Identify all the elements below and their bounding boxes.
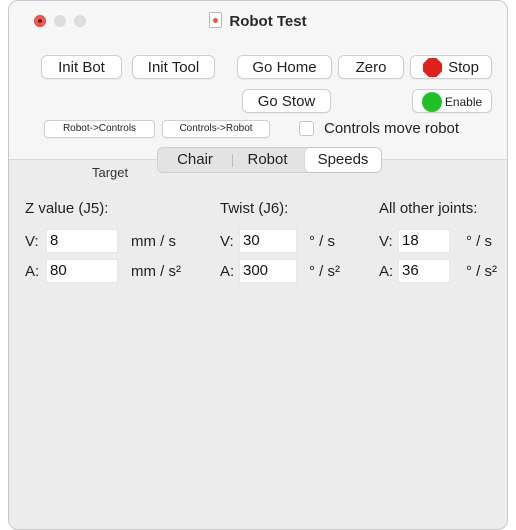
other-a-unit: ° / s² [466, 263, 497, 280]
controls-to-robot-button[interactable]: Controls->Robot [162, 120, 270, 138]
other-joints-heading: All other joints: [379, 200, 478, 217]
green-circle-icon [421, 92, 442, 112]
target-label: Target [92, 165, 129, 180]
title-bar[interactable]: Robot Test [9, 1, 507, 41]
other-velocity-field[interactable]: 18 [398, 229, 450, 253]
z-v-unit: mm / s [131, 233, 176, 250]
twist-a-unit: ° / s² [309, 263, 340, 280]
other-v-unit: ° / s [466, 233, 493, 250]
stop-label: Stop [448, 59, 479, 76]
controls-move-robot-toggle[interactable]: Controls move robot [299, 120, 459, 137]
z-a-label: A: [25, 263, 40, 280]
z-a-unit: mm / s² [131, 263, 181, 280]
window-title-area: Robot Test [9, 12, 507, 30]
z-acceleration-field[interactable]: 80 [46, 259, 118, 283]
stop-sign-icon [423, 58, 443, 77]
tab-chair[interactable]: Chair [158, 148, 232, 172]
init-tool-button[interactable]: Init Tool [132, 55, 215, 79]
window-title: Robot Test [229, 13, 307, 30]
z-v-label: V: [25, 233, 39, 250]
go-stow-button[interactable]: Go Stow [242, 89, 331, 113]
zero-button[interactable]: Zero [338, 55, 404, 79]
twist-heading: Twist (J6): [220, 200, 289, 217]
tab-speeds[interactable]: Speeds [305, 148, 381, 172]
other-a-label: A: [379, 263, 394, 280]
z-velocity-field[interactable]: 8 [46, 229, 118, 253]
other-v-label: V: [379, 233, 393, 250]
init-bot-button[interactable]: Init Bot [41, 55, 122, 79]
twist-a-label: A: [220, 263, 235, 280]
twist-v-label: V: [220, 233, 234, 250]
document-icon [209, 12, 223, 28]
stop-button[interactable]: Stop [410, 55, 492, 79]
twist-velocity-field[interactable]: 30 [239, 229, 297, 253]
controls-move-robot-checkbox[interactable] [299, 121, 314, 136]
other-acceleration-field[interactable]: 36 [398, 259, 450, 283]
go-home-button[interactable]: Go Home [237, 55, 332, 79]
controls-move-robot-label: Controls move robot [324, 120, 460, 137]
robot-to-controls-button[interactable]: Robot->Controls [44, 120, 155, 138]
tab-robot[interactable]: Robot [233, 148, 302, 172]
z-value-heading: Z value (J5): [25, 200, 109, 217]
target-tab-bar: Chair Robot Speeds [157, 147, 382, 173]
twist-v-unit: ° / s [309, 233, 336, 250]
enable-button[interactable]: Enable [412, 89, 492, 113]
app-window: Robot Test Init Bot Init Tool Go Home Ze… [8, 0, 508, 530]
twist-acceleration-field[interactable]: 300 [239, 259, 297, 283]
enable-label: Enable [444, 95, 483, 109]
